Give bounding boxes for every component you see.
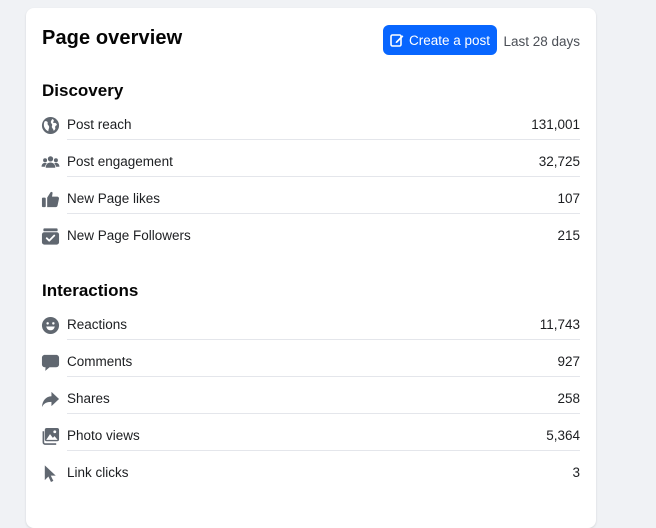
discovery-heading: Discovery (42, 81, 124, 100)
row-divider (67, 213, 580, 214)
create-post-label: Create a post (408, 32, 491, 48)
thumbs-up-icon (40, 189, 60, 209)
metric-label: New Page Followers (67, 228, 191, 243)
metric-row-new-page-followers[interactable]: New Page Followers 215 (40, 224, 580, 250)
metric-label: Post reach (67, 117, 132, 132)
page-overview-card: Page overview Create a post Last 28 days… (26, 8, 596, 528)
metric-row-comments[interactable]: Comments 927 (40, 350, 580, 377)
row-divider (67, 413, 580, 414)
speech-bubble-icon (40, 352, 60, 372)
metric-label: Comments (67, 354, 133, 369)
metric-row-shares[interactable]: Shares 258 (40, 387, 580, 414)
cursor-icon (40, 463, 60, 483)
row-divider (67, 339, 580, 340)
metric-value: 927 (557, 354, 580, 369)
metric-label: Photo views (67, 428, 140, 443)
row-divider (67, 376, 580, 377)
metric-value: 215 (557, 228, 580, 243)
metric-value: 258 (557, 391, 580, 406)
row-divider (67, 139, 580, 140)
people-icon (40, 152, 60, 172)
date-range-label[interactable]: Last 28 days (503, 34, 580, 49)
photo-icon (40, 426, 60, 446)
globe-icon (40, 115, 60, 135)
share-arrow-icon (40, 389, 60, 409)
metric-value: 5,364 (546, 428, 580, 443)
metric-label: Shares (67, 391, 110, 406)
metric-value: 131,001 (531, 117, 580, 132)
metric-row-post-reach[interactable]: Post reach 131,001 (40, 113, 580, 140)
row-divider (67, 176, 580, 177)
metric-value: 32,725 (538, 154, 580, 169)
metric-label: New Page likes (67, 191, 161, 206)
metric-label: Post engagement (67, 154, 173, 169)
metric-label: Link clicks (67, 465, 129, 480)
metric-row-post-engagement[interactable]: Post engagement 32,725 (40, 150, 580, 177)
metric-row-new-page-likes[interactable]: New Page likes 107 (40, 187, 580, 214)
row-divider (67, 450, 580, 451)
smiley-icon (40, 315, 60, 335)
metric-value: 107 (557, 191, 580, 206)
metric-label: Reactions (67, 317, 128, 332)
create-post-button[interactable]: Create a post (383, 25, 497, 55)
metric-value: 3 (572, 465, 580, 480)
metric-row-photo-views[interactable]: Photo views 5,364 (40, 424, 580, 451)
metric-row-reactions[interactable]: Reactions 11,743 (40, 313, 580, 340)
metric-value: 11,743 (539, 317, 580, 332)
metric-row-link-clicks[interactable]: Link clicks 3 (40, 461, 580, 487)
edit-icon (390, 34, 404, 47)
follow-check-icon (40, 226, 60, 246)
page-title: Page overview (42, 27, 183, 49)
interactions-heading: Interactions (42, 281, 139, 300)
